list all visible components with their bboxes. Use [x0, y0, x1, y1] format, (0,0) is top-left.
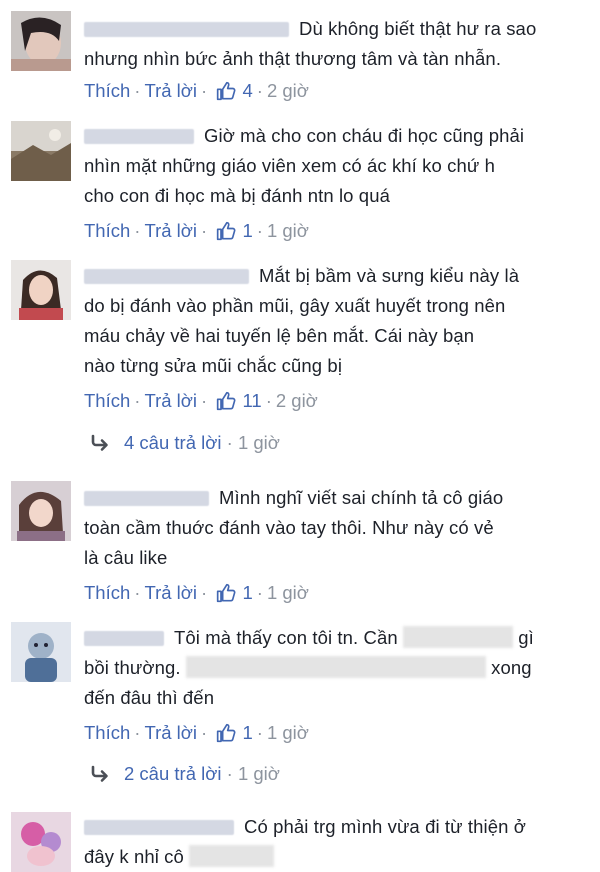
comment-text-line: nhưng nhìn bức ảnh thật thương tâm và tà… [84, 48, 502, 69]
like-link[interactable]: Thích [84, 80, 130, 101]
thumbs-up-icon[interactable] [216, 723, 236, 743]
reply-link[interactable]: Trả lời [144, 390, 197, 411]
like-count[interactable]: 1 [242, 220, 252, 241]
reply-link[interactable]: Trả lời [144, 722, 197, 743]
timestamp[interactable]: 2 giờ [267, 80, 309, 101]
avatar[interactable] [11, 812, 71, 872]
comment-text-line: Có phải trg mình vừa đi từ thiện ở [84, 812, 590, 842]
reply-link[interactable]: Trả lời [144, 582, 197, 603]
comment-actions: Thích · Trả lời · 1 · 1 giờ [84, 582, 309, 603]
comment-text-line: nào từng sửa mũi chắc cũng bị [84, 355, 343, 376]
comment-text-line: đây k nhỉ cô [84, 842, 590, 872]
comment-text-line: Mình nghĩ viết sai chính tả cô giáo [84, 483, 590, 513]
avatar[interactable] [11, 481, 71, 541]
thumbs-up-icon[interactable] [216, 221, 236, 241]
redacted-text [189, 845, 275, 868]
like-count[interactable]: 4 [242, 80, 252, 101]
redacted-text [403, 626, 514, 649]
avatar[interactable] [11, 622, 71, 682]
comment-actions: Thích · Trả lời · 1 · 1 giờ [84, 220, 309, 241]
commenter-name-redacted[interactable] [84, 128, 194, 144]
comment-text-line: do bị đánh vào phần mũi, gây xuất huyết … [84, 295, 506, 316]
timestamp[interactable]: 2 giờ [276, 390, 318, 411]
thumbs-up-icon[interactable] [216, 391, 236, 411]
comment-text-line: máu chảy về hai tuyến lệ bên mắt. Cái nà… [84, 325, 475, 346]
comment-actions: Thích · Trả lời · 4 · 2 giờ [84, 80, 309, 101]
comment-text-line: đến đâu thì đến [84, 687, 215, 708]
comment-text-line: nhìn mặt những giáo viên xem có ác khí k… [84, 155, 495, 176]
comment-text-line: Mắt bị bầm và sưng kiểu này là [84, 261, 590, 291]
replies-count[interactable]: 4 câu trả lời [124, 432, 221, 453]
commenter-name-redacted[interactable] [84, 490, 209, 506]
like-count[interactable]: 1 [242, 582, 252, 603]
timestamp[interactable]: 1 giờ [267, 582, 309, 603]
commenter-name-redacted[interactable] [84, 630, 164, 646]
comment-text-line: Tôi mà thấy con tôi tn. Cần gì [84, 623, 590, 653]
commenter-name-redacted[interactable] [84, 268, 249, 284]
thumbs-up-icon[interactable] [216, 583, 236, 603]
comment-text-line: toàn cầm thuớc đánh vào tay thôi. Như nà… [84, 517, 494, 538]
comment-text-line: Dù không biết thật hư ra sao [84, 14, 590, 44]
like-link[interactable]: Thích [84, 220, 130, 241]
comment-text-line: bồi thường. xong [84, 656, 532, 679]
like-count[interactable]: 1 [242, 722, 252, 743]
comment-text-line: là câu like [84, 547, 168, 568]
like-count[interactable]: 11 [242, 390, 261, 411]
reply-link[interactable]: Trả lời [144, 220, 197, 241]
comment-text-line: Giờ mà cho con cháu đi học cũng phải [84, 121, 590, 151]
avatar[interactable] [11, 260, 71, 320]
replies-timestamp: 1 giờ [237, 432, 280, 453]
commenter-name-redacted[interactable] [84, 21, 289, 37]
like-link[interactable]: Thích [84, 390, 130, 411]
timestamp[interactable]: 1 giờ [267, 722, 309, 743]
timestamp[interactable]: 1 giờ [267, 220, 309, 241]
view-replies-link[interactable]: 2 câu trả lời · 1 giờ [90, 763, 280, 785]
like-link[interactable]: Thích [84, 722, 130, 743]
comment-text-line: cho con đi học mà bị đánh ntn lo quá [84, 185, 390, 206]
replies-count[interactable]: 2 câu trả lời [124, 763, 221, 784]
replies-timestamp: 1 giờ [237, 763, 280, 784]
avatar[interactable] [11, 11, 71, 71]
reply-link[interactable]: Trả lời [144, 80, 197, 101]
comment-actions: Thích · Trả lời · 1 · 1 giờ [84, 722, 309, 743]
reply-arrow-icon [90, 763, 110, 783]
redacted-text [185, 656, 486, 679]
commenter-name-redacted[interactable] [84, 819, 234, 835]
view-replies-link[interactable]: 4 câu trả lời · 1 giờ [90, 432, 280, 454]
thumbs-up-icon[interactable] [216, 81, 236, 101]
like-link[interactable]: Thích [84, 582, 130, 603]
avatar[interactable] [11, 121, 71, 181]
comment-actions: Thích · Trả lời · 11 · 2 giờ [84, 390, 318, 411]
reply-arrow-icon [90, 432, 110, 452]
